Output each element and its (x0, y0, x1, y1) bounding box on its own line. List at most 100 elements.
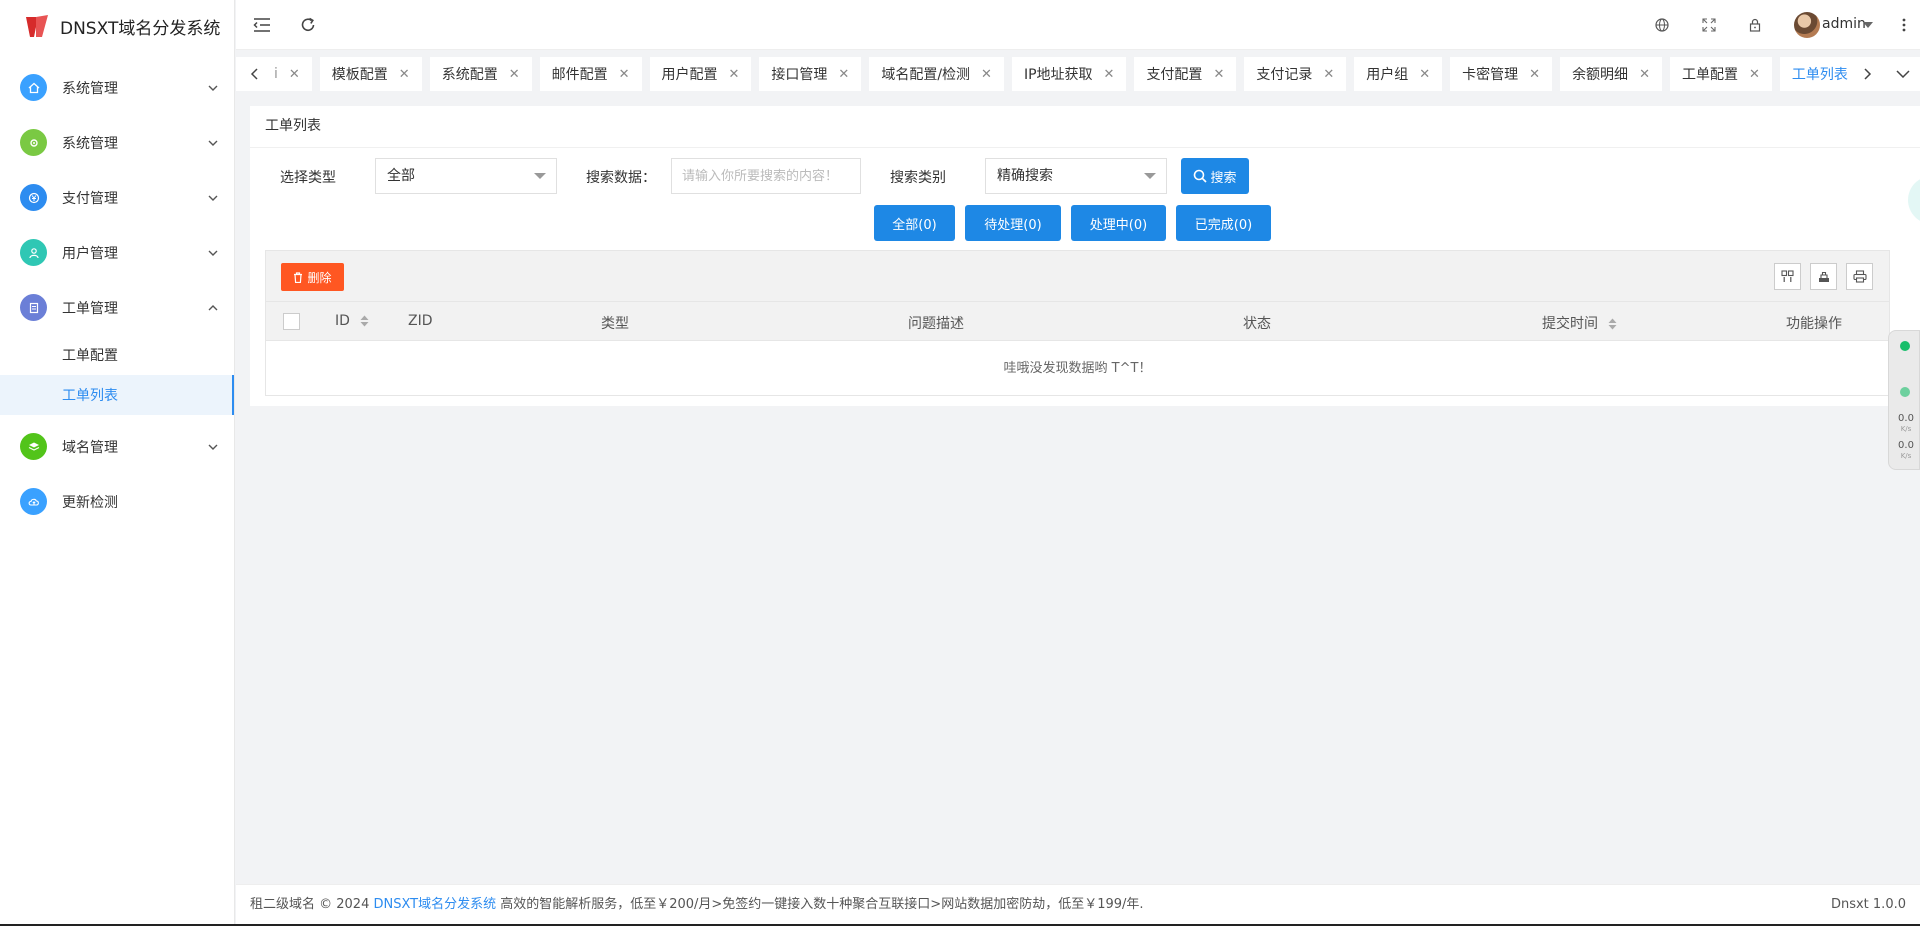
tab-system-config[interactable]: 系统配置 ✕ (429, 57, 532, 91)
close-icon[interactable]: ✕ (1419, 67, 1430, 82)
type-select[interactable]: 全部 (375, 158, 557, 194)
tab-ticket-config[interactable]: 工单配置 ✕ (1669, 57, 1772, 91)
sidebar-item-label: 系统管理 (62, 80, 118, 97)
column-header-label: ID (335, 313, 350, 329)
filter-all-button[interactable]: 全部(0) (874, 205, 955, 241)
category-label: 搜索类别 (890, 170, 946, 186)
sidebar-item-label: 用户管理 (62, 245, 118, 262)
column-header-actions: 功能操作 (1786, 316, 1842, 332)
filter-completed-button[interactable]: 已完成(0) (1176, 205, 1271, 241)
close-icon[interactable]: ✕ (838, 67, 849, 82)
column-header-id[interactable]: ID (335, 313, 369, 329)
search-button[interactable]: 搜索 (1181, 158, 1249, 194)
user-name[interactable]: admin (1822, 16, 1866, 32)
delete-button-label: 删除 (307, 270, 332, 285)
tab-template-config[interactable]: 模板配置 ✕ (319, 57, 422, 91)
sidebar-item-users[interactable]: 用户管理 (0, 225, 234, 280)
columns-icon[interactable] (1774, 263, 1801, 290)
search-label: 搜索数据： (586, 170, 656, 186)
sort-icon[interactable] (360, 315, 369, 327)
close-icon[interactable]: ✕ (1749, 67, 1760, 82)
filter-pending-button[interactable]: 待处理(0) (965, 205, 1061, 241)
cloud-icon (20, 488, 47, 515)
top-header: admin (236, 0, 1920, 50)
app-logo[interactable]: DNSXT域名分发系统 (0, 0, 234, 52)
more-vertical-icon[interactable] (1894, 15, 1914, 35)
sidebar-item-label: 工单管理 (62, 300, 118, 317)
close-icon[interactable]: ✕ (619, 67, 630, 82)
search-input[interactable] (671, 158, 861, 194)
sidebar-item-tickets[interactable]: 工单管理 (0, 280, 234, 335)
tab-mail-config[interactable]: 邮件配置 ✕ (539, 57, 642, 91)
home-icon (20, 74, 47, 101)
footer-prefix: 租二级域名 © 2024 (250, 897, 374, 912)
close-icon[interactable]: ✕ (1213, 67, 1224, 82)
close-icon[interactable]: ✕ (1323, 67, 1334, 82)
select-all-checkbox[interactable] (283, 313, 300, 330)
sidebar-item-domains[interactable]: 域名管理 (0, 419, 234, 474)
close-icon[interactable]: ✕ (1104, 67, 1115, 82)
sidebar-item-label: 系统管理 (62, 135, 118, 152)
globe-icon[interactable] (1652, 15, 1672, 35)
collapse-menu-icon[interactable] (252, 15, 272, 35)
delete-button[interactable]: 删除 (281, 263, 344, 291)
tab-ticket-list[interactable]: 工单列表✕ (1779, 57, 1850, 91)
tab-label: 支付记录 (1256, 67, 1313, 83)
sidebar-item-system-2[interactable]: 系统管理 (0, 115, 234, 170)
tab-pay-config[interactable]: 支付配置 ✕ (1134, 57, 1237, 91)
table-toolbar: 删除 (265, 250, 1890, 302)
export-icon[interactable] (1810, 263, 1837, 290)
category-select[interactable]: 精确搜索 (985, 158, 1167, 194)
network-speed-widget[interactable]: 0.0 K/s 0.0 K/s (1888, 330, 1920, 470)
fullscreen-icon[interactable] (1699, 15, 1719, 35)
tab-ip-fetch[interactable]: IP地址获取 ✕ (1011, 57, 1127, 91)
print-icon[interactable] (1846, 263, 1873, 290)
avatar[interactable] (1794, 12, 1820, 38)
sidebar-item-update-check[interactable]: 更新检测 (0, 474, 234, 529)
column-header-submit-time[interactable]: 提交时间 (1542, 313, 1617, 333)
category-select-value: 精确搜索 (997, 168, 1053, 184)
refresh-icon[interactable] (298, 15, 318, 35)
tab-label: 余额明细 (1572, 67, 1629, 83)
tab-partial[interactable]: i ✕ (272, 57, 312, 91)
pay-icon (20, 184, 47, 211)
tab-pay-records[interactable]: 支付记录 ✕ (1244, 57, 1347, 91)
tab-scroll-right-icon[interactable] (1850, 57, 1886, 91)
footer-text: 高效的智能解析服务，低至￥200/月>免签约一键接入数十种聚合互联接口>网站数据… (496, 897, 1144, 912)
lock-icon[interactable] (1745, 15, 1765, 35)
sidebar-item-system-1[interactable]: 系统管理 (0, 60, 234, 115)
close-icon[interactable]: ✕ (981, 67, 992, 82)
footer-link[interactable]: DNSXT域名分发系统 (373, 897, 496, 912)
column-header-description: 问题描述 (908, 316, 964, 332)
tab-user-config[interactable]: 用户配置 ✕ (649, 57, 752, 91)
close-icon[interactable]: ✕ (509, 67, 520, 82)
close-icon[interactable]: ✕ (729, 67, 740, 82)
sidebar-subitem-ticket-config[interactable]: 工单配置 (0, 335, 234, 375)
tab-scroll-left-icon[interactable] (236, 57, 272, 91)
chevron-down-icon (1144, 173, 1156, 179)
ticket-icon (20, 294, 47, 321)
tab-api-manage[interactable]: 接口管理 ✕ (759, 57, 862, 91)
user-menu-caret-icon[interactable] (1862, 15, 1874, 35)
tab-balance-details[interactable]: 余额明细 ✕ (1560, 57, 1662, 91)
sidebar-subitem-ticket-list[interactable]: 工单列表 (0, 375, 234, 415)
sidebar-item-payment[interactable]: 支付管理 (0, 170, 234, 225)
tab-domain-config[interactable]: 域名配置/检测 ✕ (869, 57, 1004, 91)
download-speed-unit: K/s (1900, 452, 1912, 460)
upload-speed-unit: K/s (1900, 425, 1912, 433)
download-speed-value: 0.0 (1898, 440, 1914, 451)
tab-label: 工单配置 (1681, 67, 1738, 83)
close-icon[interactable]: ✕ (1529, 67, 1540, 82)
tab-list: i ✕ 模板配置 ✕ 系统配置 ✕ 邮件配置 ✕ 用户配置 ✕ 接口管理 ✕ 域名配置/检测 ✕ IP地址获… (272, 57, 1850, 91)
type-label: 选择类型 (280, 170, 336, 186)
tab-label: i (274, 66, 278, 82)
tab-user-groups[interactable]: 用户组 ✕ (1354, 57, 1443, 91)
chevron-down-icon (208, 250, 218, 256)
close-icon[interactable]: ✕ (399, 67, 410, 82)
sort-icon[interactable] (1608, 318, 1617, 330)
close-icon[interactable]: ✕ (289, 67, 300, 82)
tab-card-keys[interactable]: 卡密管理 ✕ (1450, 57, 1553, 91)
close-icon[interactable]: ✕ (1639, 67, 1650, 82)
tab-menu-chevron-down-icon[interactable] (1886, 57, 1920, 91)
filter-processing-button[interactable]: 处理中(0) (1071, 205, 1166, 241)
